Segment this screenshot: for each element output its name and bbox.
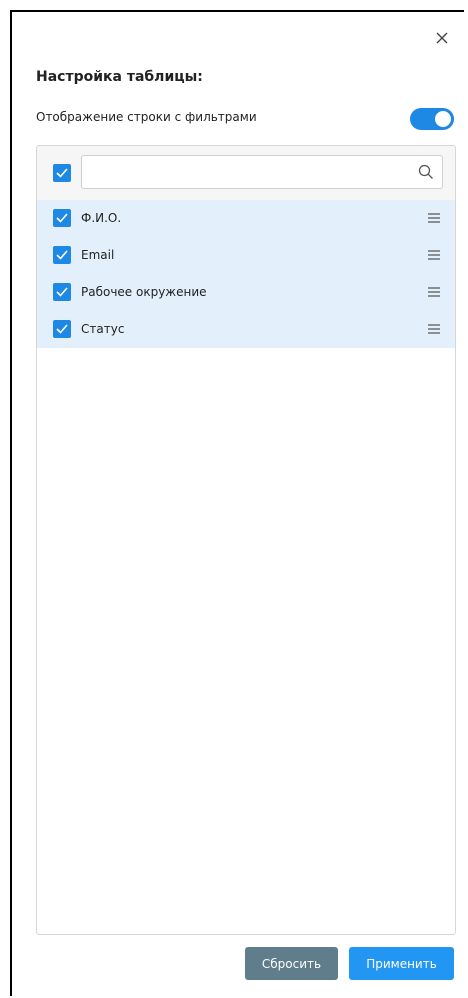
- check-icon: [56, 168, 68, 178]
- check-icon: [56, 287, 68, 297]
- column-label-fio: Ф.И.О.: [81, 211, 122, 225]
- column-row-status[interactable]: Статус: [37, 311, 455, 348]
- apply-button[interactable]: Применить: [349, 947, 454, 980]
- drag-handle-icon[interactable]: [427, 212, 441, 224]
- dialog-title: Настройка таблицы:: [36, 69, 203, 85]
- check-icon: [56, 250, 68, 260]
- column-label-environment: Рабочее окружение: [81, 285, 207, 299]
- close-icon: [436, 32, 448, 44]
- search-row: [37, 146, 455, 201]
- select-all-checkbox[interactable]: [53, 164, 71, 182]
- search-input[interactable]: [90, 160, 414, 186]
- column-checkbox-environment[interactable]: [53, 283, 71, 301]
- search-field: [81, 155, 443, 189]
- filter-row-label: Отображение строки с фильтрами: [36, 110, 257, 124]
- close-button[interactable]: [432, 28, 452, 48]
- filter-row-toggle[interactable]: [410, 108, 454, 130]
- column-label-status: Статус: [81, 322, 125, 336]
- column-row-email[interactable]: Email: [37, 237, 455, 274]
- reset-button[interactable]: Сбросить: [245, 947, 338, 980]
- drag-handle-icon[interactable]: [427, 286, 441, 298]
- check-icon: [56, 213, 68, 223]
- table-settings-dialog: Настройка таблицы: Отображение строки с …: [10, 10, 464, 996]
- columns-list: Ф.И.О. Email Рабочее окружение Статус: [36, 145, 456, 935]
- column-row-fio[interactable]: Ф.И.О.: [37, 200, 455, 237]
- toggle-knob: [435, 111, 451, 127]
- search-icon[interactable]: [418, 164, 434, 180]
- column-checkbox-status[interactable]: [53, 320, 71, 338]
- drag-handle-icon[interactable]: [427, 323, 441, 335]
- check-icon: [56, 324, 68, 334]
- column-row-environment[interactable]: Рабочее окружение: [37, 274, 455, 311]
- column-label-email: Email: [81, 248, 115, 262]
- column-checkbox-email[interactable]: [53, 246, 71, 264]
- column-checkbox-fio[interactable]: [53, 209, 71, 227]
- drag-handle-icon[interactable]: [427, 249, 441, 261]
